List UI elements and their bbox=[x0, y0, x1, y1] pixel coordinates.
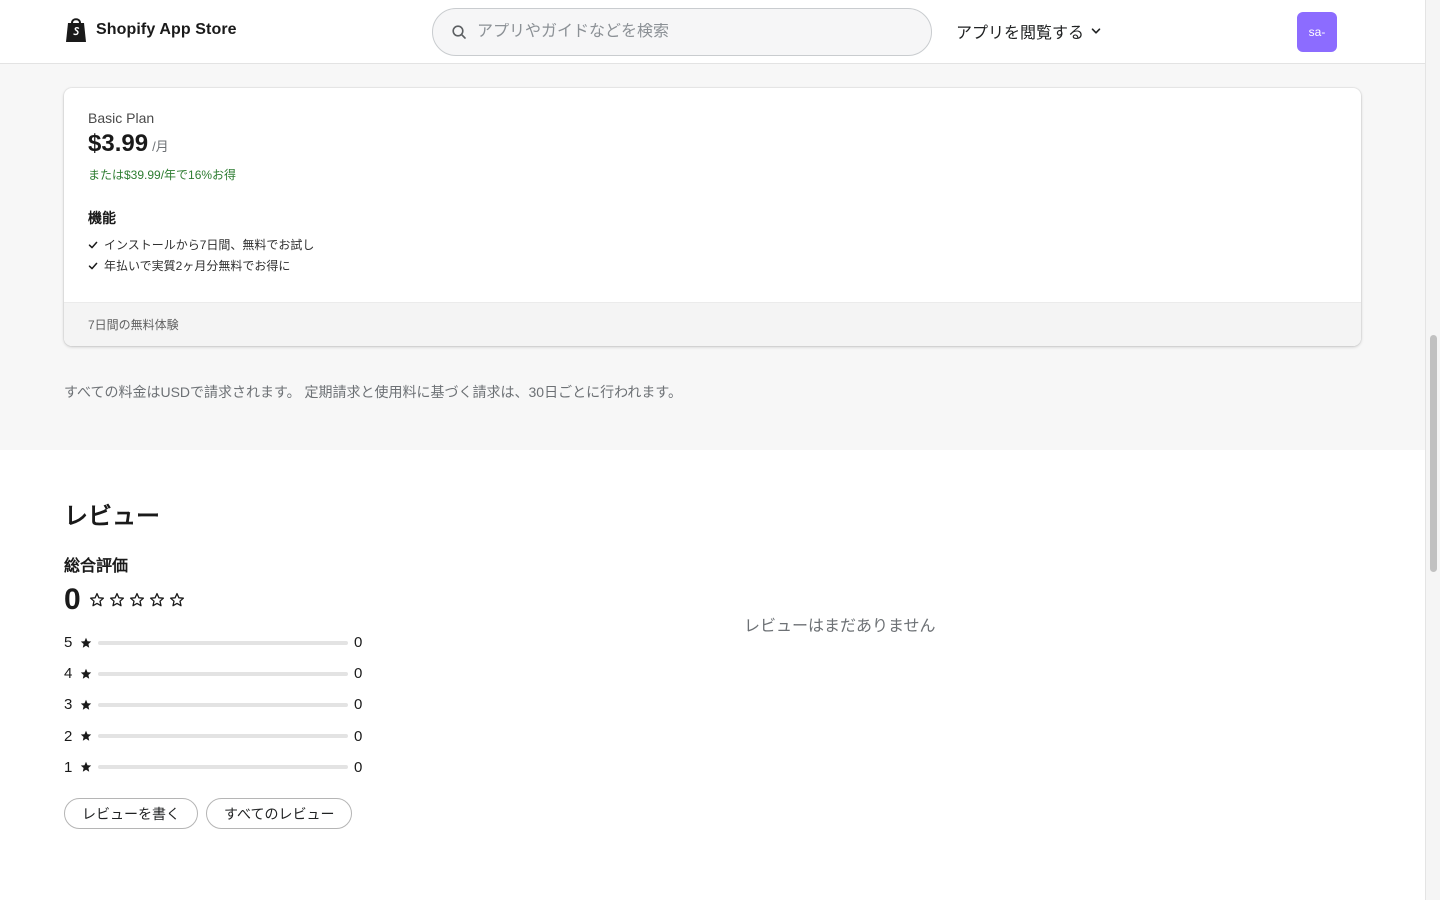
review-actions: レビューを書く すべてのレビュー bbox=[64, 798, 353, 829]
search-input[interactable] bbox=[477, 23, 917, 41]
top-header: Shopify App Store アプリを閲覧する sa- bbox=[0, 0, 1425, 64]
rating-stars-value: 5 bbox=[64, 634, 73, 652]
logo-text: Shopify App Store bbox=[96, 21, 237, 38]
rating-count: 0 bbox=[354, 758, 363, 776]
rating-count: 0 bbox=[354, 665, 363, 683]
avatar[interactable]: sa- bbox=[1297, 12, 1337, 52]
rating-stars-value: 1 bbox=[64, 758, 73, 776]
rating-count: 0 bbox=[354, 696, 363, 714]
price-unit: /月 bbox=[152, 139, 169, 154]
star-outline-icon bbox=[89, 592, 105, 608]
feature-item: 年払いで実質2ヶ月分無料でお得に bbox=[88, 255, 314, 276]
rating-distribution: 5 0 4 0 3 0 2 0 1 0 bbox=[64, 627, 364, 783]
rating-bar bbox=[98, 765, 348, 770]
rating-stars-value: 2 bbox=[64, 727, 73, 745]
reviews-title: レビュー bbox=[64, 503, 160, 530]
chevron-down-icon bbox=[1090, 25, 1102, 37]
rating-stars-value: 4 bbox=[64, 665, 73, 683]
shopify-bag-icon bbox=[64, 16, 88, 44]
write-review-button[interactable]: レビューを書く bbox=[64, 798, 198, 829]
feature-text: 年払いで実質2ヶ月分無料でお得に bbox=[104, 259, 291, 273]
rating-row-2[interactable]: 2 0 bbox=[64, 721, 364, 752]
plan-price: $3.99 /月 bbox=[88, 130, 169, 158]
scrollbar-thumb[interactable] bbox=[1430, 335, 1437, 572]
app-store-page: Shopify App Store アプリを閲覧する sa- Basic Pla… bbox=[0, 0, 1440, 900]
star-filled-icon bbox=[74, 761, 98, 773]
rating-bar bbox=[98, 702, 348, 707]
star-filled-icon bbox=[74, 699, 98, 711]
rating-row-5[interactable]: 5 0 bbox=[64, 627, 364, 658]
browse-apps-menu[interactable]: アプリを閲覧する bbox=[956, 19, 1102, 43]
overall-rating: 0 bbox=[64, 582, 185, 618]
rating-row-3[interactable]: 3 0 bbox=[64, 689, 364, 720]
rating-row-4[interactable]: 4 0 bbox=[64, 658, 364, 689]
rating-stars-value: 3 bbox=[64, 696, 73, 714]
feature-item: インストールから7日間、無料でお試し bbox=[88, 234, 314, 255]
plan-name: Basic Plan bbox=[88, 110, 155, 126]
star-filled-icon bbox=[74, 637, 98, 649]
star-outline-icon bbox=[109, 592, 125, 608]
plan-card: Basic Plan $3.99 /月 または$39.99/年で16%お得 機能… bbox=[64, 88, 1361, 346]
overall-score: 0 bbox=[64, 583, 81, 616]
features-title: 機能 bbox=[88, 210, 116, 226]
search-bar[interactable] bbox=[432, 8, 932, 56]
features-list: インストールから7日間、無料でお試し 年払いで実質2ヶ月分無料でお得に bbox=[88, 234, 314, 276]
all-reviews-button[interactable]: すべてのレビュー bbox=[206, 798, 353, 829]
rating-count: 0 bbox=[354, 727, 363, 745]
search-icon bbox=[433, 24, 467, 40]
pricing-section: Basic Plan $3.99 /月 または$39.99/年で16%お得 機能… bbox=[0, 64, 1425, 450]
rating-bar bbox=[98, 671, 348, 676]
logo[interactable]: Shopify App Store bbox=[64, 16, 237, 44]
rating-row-1[interactable]: 1 0 bbox=[64, 752, 364, 783]
price-amount: $3.99 bbox=[88, 130, 149, 157]
page-scrollbar[interactable] bbox=[1425, 0, 1440, 900]
star-outline-icon bbox=[169, 592, 185, 608]
star-outline-icon bbox=[129, 592, 145, 608]
check-icon bbox=[88, 240, 98, 250]
billing-note: すべての料金はUSDで請求されます。 定期請求と使用料に基づく請求は、30日ごと… bbox=[64, 384, 682, 400]
star-outline-icon bbox=[149, 592, 165, 608]
rating-count: 0 bbox=[354, 634, 363, 652]
browse-apps-label: アプリを閲覧する bbox=[956, 25, 1085, 42]
feature-text: インストールから7日間、無料でお試し bbox=[104, 238, 315, 252]
star-filled-icon bbox=[74, 730, 98, 742]
star-filled-icon bbox=[74, 668, 98, 680]
annual-offer: または$39.99/年で16%お得 bbox=[88, 168, 237, 182]
trial-footer: 7日間の無料体験 bbox=[64, 302, 1361, 346]
no-reviews-message: レビューはまだありません bbox=[744, 618, 936, 635]
overall-stars bbox=[89, 592, 185, 608]
check-icon bbox=[88, 261, 98, 271]
rating-bar bbox=[98, 640, 348, 645]
rating-bar bbox=[98, 734, 348, 739]
overall-rating-label: 総合評価 bbox=[64, 558, 129, 575]
